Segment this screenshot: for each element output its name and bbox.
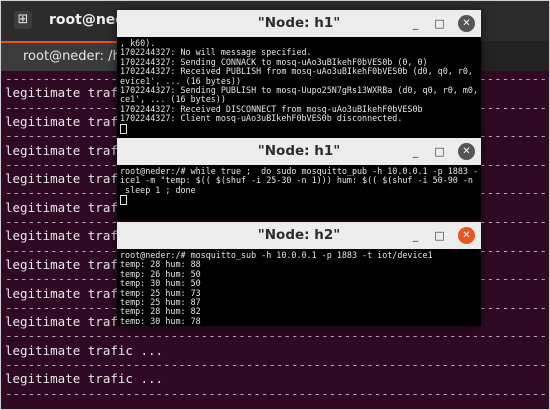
- terminal-output[interactable]: , k60). 1702244327: No will message speci…: [120, 39, 478, 136]
- terminal-line: legitimate trafic ...: [5, 371, 164, 387]
- minimize-icon[interactable]: _: [407, 143, 424, 160]
- tab-active[interactable]: root@neder: /ho: [1, 41, 136, 71]
- close-icon[interactable]: ✕: [458, 227, 475, 244]
- window-titlebar[interactable]: "Node: h1" _ □ ✕: [117, 138, 481, 165]
- window-title: "Node: h1": [257, 143, 341, 159]
- maximize-icon[interactable]: □: [431, 227, 448, 244]
- xterm-window-h1-cmd[interactable]: "Node: h1" _ □ ✕ root@neder:/# while tru…: [117, 138, 481, 220]
- cursor-block: [120, 195, 127, 206]
- cursor-block: [120, 123, 127, 134]
- window-title: "Node: h2": [257, 227, 341, 243]
- window-titlebar[interactable]: "Node: h1" _ □ ✕: [117, 10, 481, 37]
- close-icon[interactable]: ✕: [458, 15, 475, 32]
- terminal-line: legitimate trafic ...: [5, 342, 164, 358]
- maximize-icon[interactable]: □: [431, 15, 448, 32]
- maximize-icon[interactable]: □: [431, 143, 448, 160]
- xterm-window-h1-log[interactable]: "Node: h1" _ □ ✕ , k60). 1702244327: No w…: [117, 10, 481, 138]
- window-titlebar[interactable]: "Node: h2" _ □ ✕: [117, 222, 481, 249]
- close-icon[interactable]: ✕: [458, 143, 475, 160]
- separator-line: ----------------------------------------…: [5, 357, 547, 372]
- separator-line: ----------------------------------------…: [5, 328, 547, 344]
- terminal-line: 1702244327: Client mosq-uAo3uBIkehF0bVES…: [120, 113, 403, 124]
- xterm-window-h2[interactable]: "Node: h2" _ □ ✕ root@neder:/# mosquitto…: [117, 222, 481, 326]
- desktop-screenshot: ⊞ root@neder root@neder: /ho -----------…: [0, 0, 550, 410]
- new-tab-icon[interactable]: ⊞: [14, 11, 32, 29]
- window-title: "Node: h1": [257, 15, 341, 31]
- tab-label: root@neder: /ho: [23, 49, 129, 64]
- terminal-line: sleep 1 ; done: [120, 184, 196, 195]
- minimize-icon[interactable]: _: [407, 15, 424, 32]
- terminal-output[interactable]: root@neder:/# while true ; do sudo mosqu…: [120, 167, 478, 218]
- minimize-icon[interactable]: _: [407, 227, 424, 244]
- separator-line: ----------------------------------------…: [5, 385, 547, 401]
- terminal-line: temp: 30 hum: 78: [120, 315, 201, 324]
- terminal-output[interactable]: root@neder:/# mosquitto_sub -h 10.0.0.1 …: [120, 251, 478, 324]
